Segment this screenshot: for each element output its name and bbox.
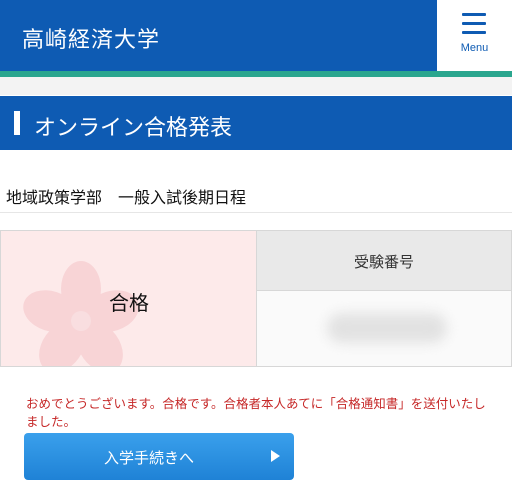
menu-button[interactable]: Menu [437,0,512,72]
page-title: オンライン合格発表 [34,116,233,141]
section-title-bar: オンライン合格発表 [0,96,512,150]
enrollment-procedure-button[interactable]: 入学手続きへ [24,433,294,480]
exam-number-cell [257,291,511,366]
menu-label: Menu [460,42,489,54]
enrollment-button-label: 入学手続きへ [103,449,194,467]
exam-number-header-label: 受験番号 [353,253,414,271]
play-right-icon [271,450,280,462]
department-label: 地域政策学部 一般入試後期日程 [6,188,247,207]
hamburger-icon [462,13,486,35]
title-accent-mark [14,111,20,135]
congratulations-message: おめでとうございます。合格です。合格者本人あてに「合格通知書」を送付いたしました… [26,396,486,429]
header-spacer [0,77,512,95]
exam-number-header: 受験番号 [257,231,511,291]
result-status: 合格 [109,291,149,315]
result-table: 合格 受験番号 [0,230,512,367]
result-status-cell: 合格 [1,231,257,366]
divider [0,212,512,213]
university-name[interactable]: 高崎経済大学 [22,22,160,54]
exam-number-redacted [327,313,447,343]
site-header: 高崎経済大学 [0,0,437,72]
